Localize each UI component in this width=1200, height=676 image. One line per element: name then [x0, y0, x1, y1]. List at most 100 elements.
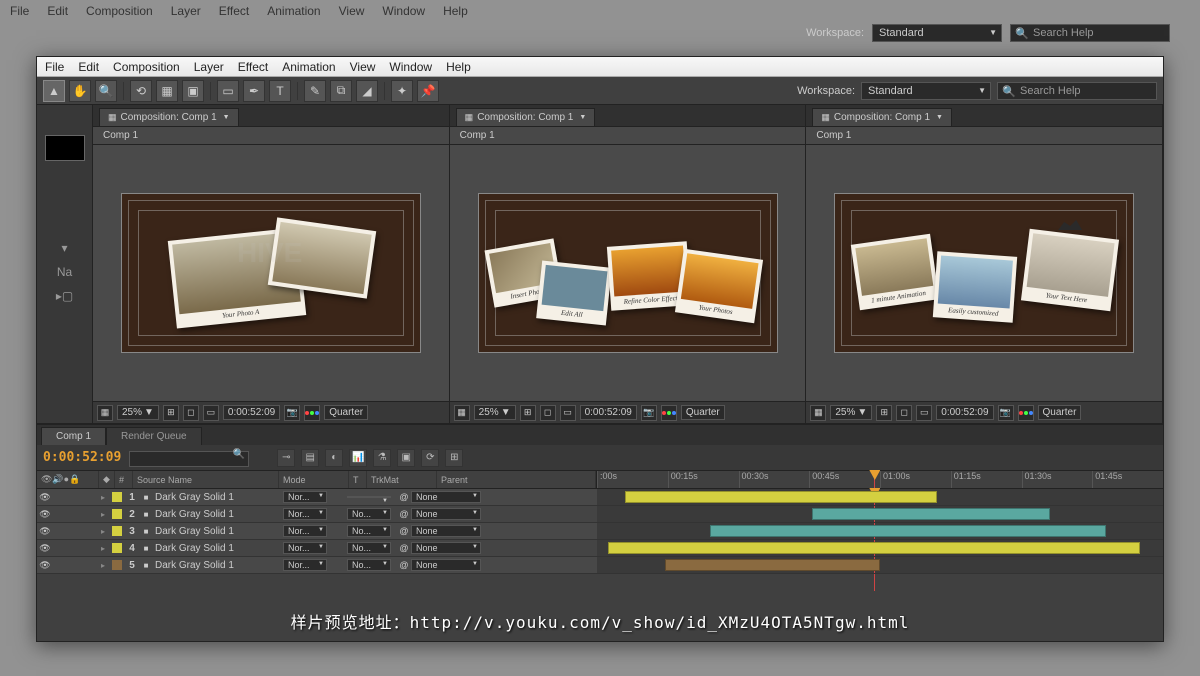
menu-help[interactable]: Help — [446, 60, 471, 74]
preview-area[interactable]: 1 minute Animation Easily customized You… — [806, 145, 1162, 401]
menu-window[interactable]: Window — [382, 4, 425, 18]
zoom-dropdown[interactable]: 25% ▼ — [830, 405, 872, 420]
pickwhip-icon[interactable]: @ — [397, 543, 411, 553]
search-help-input[interactable]: 🔍Search Help — [997, 82, 1157, 100]
layer-duration-bar[interactable] — [608, 542, 1140, 554]
blend-mode-dropdown[interactable]: Nor... — [283, 559, 327, 571]
parent-dropdown[interactable]: None — [411, 491, 481, 503]
mask-icon[interactable]: ▭ — [560, 405, 576, 421]
visibility-toggle[interactable]: 👁 — [37, 560, 53, 571]
rectangle-tool[interactable]: ▭ — [217, 80, 239, 102]
zoom-dropdown[interactable]: 25% ▼ — [117, 405, 159, 420]
trkmat-dropdown[interactable]: No... — [347, 559, 391, 571]
preview-time[interactable]: 0:00:52:09 — [223, 405, 280, 420]
motion-blur-toggle[interactable]: ◐ — [325, 449, 343, 467]
menu-animation[interactable]: Animation — [267, 4, 320, 18]
channels-icon[interactable] — [1018, 405, 1034, 421]
rotation-tool[interactable]: ⟲ — [130, 80, 152, 102]
mode-header[interactable]: Mode — [279, 471, 349, 488]
menu-layer[interactable]: Layer — [194, 60, 224, 74]
pickwhip-icon[interactable]: @ — [397, 526, 411, 536]
menu-edit[interactable]: Edit — [78, 60, 99, 74]
parent-dropdown[interactable]: None — [411, 559, 481, 571]
blend-mode-dropdown[interactable]: Nor... — [283, 508, 327, 520]
project-thumbnail[interactable] — [45, 135, 85, 161]
layer-bar-row[interactable] — [597, 540, 1163, 557]
expand-toggle[interactable]: ⊞ — [445, 449, 463, 467]
layer-row[interactable]: 👁 ▸ 5 ■ Dark Gray Solid 1 Nor... No... @… — [37, 557, 597, 574]
preview-time[interactable]: 0:00:52:09 — [580, 405, 637, 420]
layer-row[interactable]: 👁 ▸ 2 ■ Dark Gray Solid 1 Nor... No... @… — [37, 506, 597, 523]
clone-tool[interactable]: ⧉ — [330, 80, 352, 102]
menu-edit[interactable]: Edit — [47, 4, 68, 18]
current-time-display[interactable]: 0:00:52:09 — [43, 450, 121, 465]
safe-zones-icon[interactable]: ◻ — [183, 405, 199, 421]
camera-tool[interactable]: ▦ — [156, 80, 178, 102]
layer-name[interactable]: Dark Gray Solid 1 — [153, 560, 283, 571]
source-name-header[interactable]: Source Name — [133, 471, 279, 488]
time-ruler[interactable]: :00s00:15s00:30s00:45s01:00s01:15s01:30s… — [597, 471, 1163, 488]
blend-mode-dropdown[interactable]: Nor... — [283, 525, 327, 537]
preview-area[interactable]: Insert Photo Edit All Refine Color Effec… — [450, 145, 806, 401]
trkmat-dropdown[interactable] — [347, 496, 391, 498]
resolution-icon[interactable]: ⊞ — [520, 405, 536, 421]
blend-mode-dropdown[interactable]: Nor... — [283, 491, 327, 503]
twirl-arrow-icon[interactable]: ▸ — [97, 544, 109, 553]
hand-tool[interactable]: ✋ — [69, 80, 91, 102]
eraser-tool[interactable]: ◢ — [356, 80, 378, 102]
blend-mode-dropdown[interactable]: Nor... — [283, 542, 327, 554]
menu-layer[interactable]: Layer — [171, 4, 201, 18]
grid-icon[interactable]: ▦ — [97, 405, 113, 421]
layer-name[interactable]: Dark Gray Solid 1 — [153, 543, 283, 554]
menu-view[interactable]: View — [339, 4, 365, 18]
label-color[interactable] — [112, 492, 122, 502]
composition-tab[interactable]: ▦Composition: Comp 1▼ — [456, 108, 596, 126]
menu-effect[interactable]: Effect — [238, 60, 268, 74]
visibility-toggle[interactable]: 👁 — [37, 543, 53, 554]
layer-bar-row[interactable] — [597, 489, 1163, 506]
puppet-tool[interactable]: 📌 — [417, 80, 439, 102]
brainstorm-icon[interactable]: ⚗ — [373, 449, 391, 467]
label-color[interactable] — [112, 543, 122, 553]
menu-composition[interactable]: Composition — [113, 60, 180, 74]
timeline-tab-render-queue[interactable]: Render Queue — [106, 427, 202, 445]
label-icon[interactable]: ▾ — [61, 241, 67, 255]
layer-row[interactable]: 👁 ▸ 1 ■ Dark Gray Solid 1 Nor... @ None — [37, 489, 597, 506]
parent-dropdown[interactable]: None — [411, 508, 481, 520]
menu-file[interactable]: File — [45, 60, 64, 74]
resolution-icon[interactable]: ⊞ — [163, 405, 179, 421]
twirl-arrow-icon[interactable]: ▸ — [97, 510, 109, 519]
chevron-down-icon[interactable]: ▼ — [223, 114, 230, 121]
channels-icon[interactable] — [304, 405, 320, 421]
zoom-tool[interactable]: 🔍 — [95, 80, 117, 102]
trkmat-dropdown[interactable]: No... — [347, 542, 391, 554]
trkmat-dropdown[interactable]: No... — [347, 508, 391, 520]
safe-zones-icon[interactable]: ◻ — [896, 405, 912, 421]
resolution-icon[interactable]: ⊞ — [876, 405, 892, 421]
trkmat-dropdown[interactable]: No... — [347, 525, 391, 537]
preview-time[interactable]: 0:00:52:09 — [936, 405, 993, 420]
pickwhip-icon[interactable]: @ — [397, 560, 411, 570]
menu-help[interactable]: Help — [443, 4, 468, 18]
visibility-toggle[interactable]: 👁 — [37, 492, 53, 503]
layer-name[interactable]: Dark Gray Solid 1 — [153, 492, 283, 503]
layer-row[interactable]: 👁 ▸ 3 ■ Dark Gray Solid 1 Nor... No... @… — [37, 523, 597, 540]
twirl-arrow-icon[interactable]: ▸ — [97, 493, 109, 502]
grid-icon[interactable]: ▦ — [454, 405, 470, 421]
quality-dropdown[interactable]: Quarter — [681, 405, 725, 420]
menu-effect[interactable]: Effect — [219, 4, 249, 18]
label-color[interactable] — [112, 509, 122, 519]
layer-duration-bar[interactable] — [812, 508, 1050, 520]
menu-animation[interactable]: Animation — [282, 60, 335, 74]
quality-dropdown[interactable]: Quarter — [1038, 405, 1082, 420]
chevron-down-icon[interactable]: ▼ — [579, 114, 586, 121]
graph-editor-toggle[interactable]: 📊 — [349, 449, 367, 467]
shy-toggle[interactable]: ⊸ — [277, 449, 295, 467]
snapshot-icon[interactable]: 📷 — [998, 405, 1014, 421]
mask-icon[interactable]: ▭ — [203, 405, 219, 421]
quality-dropdown[interactable]: Quarter — [324, 405, 368, 420]
layer-bar-row[interactable] — [597, 506, 1163, 523]
pickwhip-icon[interactable]: @ — [397, 492, 411, 502]
chevron-down-icon[interactable]: ▼ — [936, 114, 943, 121]
grid-icon[interactable]: ▦ — [810, 405, 826, 421]
